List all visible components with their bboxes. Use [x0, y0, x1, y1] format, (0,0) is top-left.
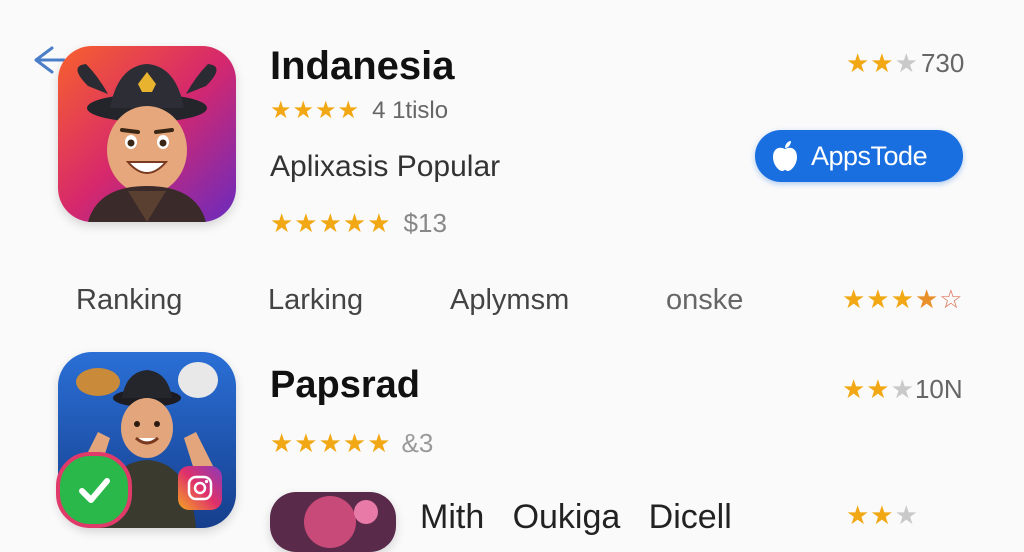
- rating-stars: ★★★★☆: [842, 284, 964, 314]
- store-button-label: AppsTode: [811, 140, 928, 171]
- rating-text: 4 1tislo: [372, 96, 449, 124]
- rating-stars: ★★★★: [270, 97, 361, 124]
- tab-rating: ★★★★☆: [842, 284, 964, 315]
- top-rating: ★★★ 10N: [842, 374, 963, 405]
- app-icon-third[interactable]: [270, 492, 396, 552]
- app-title[interactable]: Indanesia: [270, 44, 455, 89]
- price-text: $13: [403, 208, 447, 238]
- tab-ranking[interactable]: Ranking: [76, 284, 182, 317]
- tab-onske[interactable]: onske: [666, 284, 743, 317]
- top-rating-partial: ★★★: [846, 500, 919, 531]
- tab-larking[interactable]: Larking: [268, 284, 363, 317]
- rating-count: 730: [920, 48, 965, 78]
- check-icon: [56, 452, 132, 528]
- rating-stars: ★★★: [842, 374, 915, 404]
- rating-stars: ★★★★★: [270, 208, 392, 238]
- app-title[interactable]: Papsrad: [270, 364, 420, 407]
- app-title-partial[interactable]: Mith Oukiga Dicell: [420, 498, 732, 537]
- app-icon-indanesia[interactable]: [58, 46, 236, 222]
- app-price-row: ★★★★★ $13: [270, 208, 447, 239]
- rating-text: &3: [401, 428, 434, 458]
- app-rating-row: ★★★★★ &3: [270, 428, 433, 459]
- tab-aplymsm[interactable]: Aplymsm: [450, 284, 569, 317]
- rating-stars: ★★★: [846, 48, 919, 78]
- rating-stars: ★★★★★: [270, 428, 392, 458]
- top-rating: ★★★ 730: [846, 48, 964, 79]
- rating-stars: ★★★: [846, 500, 919, 530]
- app-store-button[interactable]: AppsTode: [755, 130, 963, 182]
- apple-icon: [765, 136, 805, 176]
- app-rating-row: ★★★★ 4 1tislo: [270, 96, 448, 125]
- app-subtitle: Aplixasis Popular: [270, 150, 501, 183]
- rating-count: 10N: [914, 374, 963, 404]
- instagram-icon: [178, 466, 222, 510]
